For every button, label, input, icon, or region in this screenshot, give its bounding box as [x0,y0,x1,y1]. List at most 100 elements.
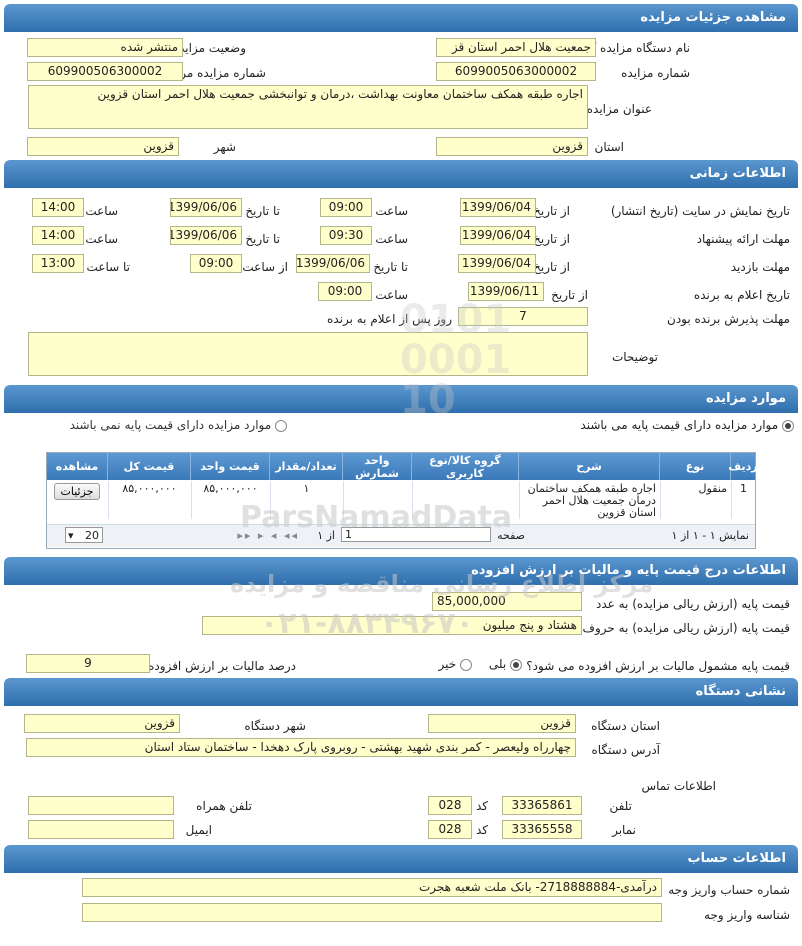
base-price-words-field: هشتاد و پنج میلیون [202,616,582,635]
base-price-words-label: قیمت پایه (ارزش ریالی مزایده) به حروف [582,621,790,635]
visit-from-date-label: از تاریخ [533,260,570,274]
pager-page-label: صفحه [497,529,525,542]
status-field: منتشر شده [27,38,183,57]
visit-from-hour-label: از ساعت [242,260,288,274]
status-label: وضعیت مزایده [172,41,246,55]
offer-to-date-label: تا تاریخ [245,232,280,246]
winner-hour-label: ساعت [375,288,408,302]
cell-group [412,481,518,519]
fax-label: نمابر [612,823,636,837]
grid-pager: نمایش ۱ - ۱ از ۱ صفحه 1 از ۱ ◂◂ ◂ ▸ ▸▸ ▾… [47,524,755,547]
radio-with-price-dot[interactable] [782,419,794,432]
account-number-field: درآمدی-2718888884- بانک ملت شعبه هجرت [82,878,662,897]
offer-from-date-label: از تاریخ [533,232,570,246]
visit-to-time: 13:00 [32,254,84,273]
visit-label: مهلت بازدید [730,260,790,274]
phone-field: 33365861 [502,796,582,815]
publish-to-hour-label: ساعت [85,204,118,218]
ref-number-field: 609900506300002 [27,62,183,81]
col-group: گروه کالا/نوع کاربری [411,453,518,480]
org-address-label: آدرس دستگاه [591,743,660,757]
title-label: عنوان مزایده [586,102,652,116]
org-field: جمعیت هلال احمر استان قز [436,38,596,57]
section-header-details: مشاهده جزئیات مزایده [4,4,798,32]
account-id-label: شناسه واریز وجه [704,908,790,922]
section-title: نشانی دستگاه [695,684,786,699]
section-header-time: اطلاعات زمانی [4,160,798,188]
pager-size-select[interactable]: ▾ 20 [65,527,103,543]
city-field: قزوین [27,137,179,156]
section-header-account: اطلاعات حساب [4,845,798,873]
section-header-items: موارد مزایده [4,385,798,413]
details-button[interactable]: جزئیات [53,483,101,500]
cell-total: ۸۵,۰۰۰,۰۰۰ [108,481,190,519]
vat-no-dot[interactable] [460,658,472,671]
pager-nav-icons[interactable]: ◂◂ ◂ ▸ ▸▸ [237,529,299,542]
province-label: استان [594,140,624,154]
org-city-label: شهر دستگاه [244,719,306,733]
base-price-number-field: 85,000,000 [432,592,582,611]
cell-desc: اجاره طبقه همکف ساختمان درمان جمعیت هلال… [519,481,659,519]
visit-to-hour-label: تا ساعت [86,260,130,274]
vat-yes-radio[interactable]: بلی [489,657,522,671]
account-id-field [82,903,662,922]
offer-label: مهلت ارائه پیشنهاد [696,232,790,246]
accept-label: مهلت پذیرش برنده بودن [667,312,790,326]
section-header-address: نشانی دستگاه [4,678,798,706]
email-field [28,820,174,839]
cell-type: منقول [660,481,730,519]
visit-from-time: 09:00 [190,254,242,273]
vat-yes-label: بلی [488,657,507,671]
winner-label: تاریخ اعلام به برنده [693,288,790,302]
section-title: اطلاعات حساب [687,851,786,866]
province-field: قزوین [436,137,588,156]
cell-qty: ۱ [270,481,342,519]
pager-of-label: از ۱ [317,529,335,542]
pager-page-input[interactable]: 1 [341,527,491,542]
publish-label: تاریخ نمایش در سایت (تاریخ انتشار) [610,204,790,218]
fax-field: 33365558 [502,820,582,839]
description-field [28,332,588,376]
fax-code-label: کد [475,823,488,837]
cell-unit-price: ۸۵,۰۰۰,۰۰۰ [191,481,269,519]
publish-to-time: 14:00 [32,198,84,217]
radio-without-price-dot[interactable] [275,419,287,432]
vat-percent-field: 9 [26,654,150,673]
cell-view: جزئیات [47,481,107,519]
publish-from-date: 1399/06/04 [460,198,536,217]
cell-index: 1 [731,481,755,519]
org-province-field: قزوین [428,714,576,733]
publish-to-date: 1399/06/06 [170,198,242,217]
vat-no-radio[interactable]: خیر [439,657,472,671]
base-price-number-label: قیمت پایه (ارزش ریالی مزایده) به عدد [595,597,790,611]
radio-without-price[interactable]: موارد مزایده دارای قیمت پایه نمی باشند [70,418,287,432]
col-desc: شرح [518,453,659,480]
offer-to-hour-label: ساعت [85,232,118,246]
vat-question: قیمت پایه مشمول مالیات بر ارزش افزوده می… [526,659,790,673]
offer-from-date: 1399/06/04 [460,226,536,245]
org-province-label: استان دستگاه [591,719,660,733]
fax-code-field: 028 [428,820,472,839]
phone-code-field: 028 [428,796,472,815]
section-title: اطلاعات زمانی [689,166,786,181]
accept-days-field: 7 [458,307,588,326]
offer-to-time: 14:00 [32,226,84,245]
org-city-field: قزوین [24,714,180,733]
mobile-field [28,796,174,815]
visit-to-date: 1399/06/06 [296,254,370,273]
section-title: اطلاعات درج قیمت پایه و مالیات بر ارزش ا… [471,563,786,578]
vat-yes-dot[interactable] [510,658,522,671]
grid-header: ردیف نوع شرح گروه کالا/نوع کاربری واحد ش… [47,453,758,480]
offer-from-time: 09:30 [320,226,372,245]
col-index: ردیف [728,453,758,480]
accept-suffix: روز پس از اعلام به برنده [327,312,452,326]
city-label: شهر [213,140,236,154]
offer-to-date: 1399/06/06 [170,226,242,245]
auction-number-label: شماره مزایده [621,66,690,80]
auction-number-field: 6099005063000002 [436,62,596,81]
visit-from-date: 1399/06/04 [458,254,536,273]
phone-label: تلفن [609,799,632,813]
col-unit: واحد شمارش [342,453,411,480]
org-address-field: چهارراه ولیعصر - کمر بندی شهید بهشتی - ر… [26,738,576,757]
radio-with-price[interactable]: موارد مزایده دارای قیمت پایه می باشند [580,418,794,432]
